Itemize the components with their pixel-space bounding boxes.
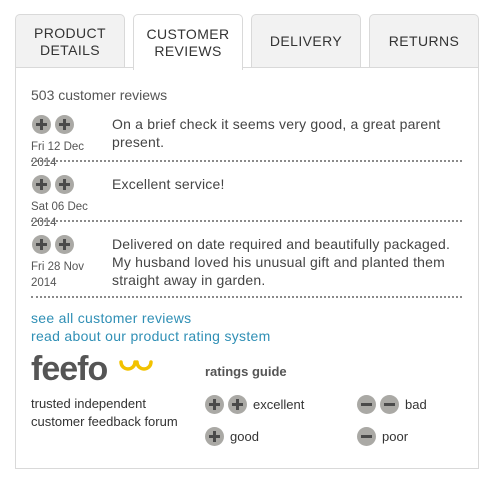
- guide-label: poor: [382, 429, 409, 444]
- review-text: Excellent service!: [112, 176, 225, 192]
- guide-item-excellent: excellent: [205, 395, 304, 414]
- rating-icons: [32, 175, 74, 194]
- plus-icon: [32, 115, 51, 134]
- tab-delivery[interactable]: DELIVERY: [251, 14, 361, 68]
- rating-icons: [32, 235, 74, 254]
- feefo-eyes-icon: [119, 360, 153, 371]
- rating-system-link[interactable]: read about our product rating system: [31, 328, 271, 344]
- reviews-count: 503 customer reviews: [31, 87, 168, 103]
- plus-icon: [55, 175, 74, 194]
- plus-icon: [32, 175, 51, 194]
- feefo-tagline: trusted independent customer feedback fo…: [31, 396, 178, 429]
- review-text: On a brief check it seems very good, a g…: [112, 116, 441, 150]
- tab-product-details[interactable]: PRODUCT DETAILS: [15, 14, 125, 68]
- review-date: Sat 06 Dec 2014: [31, 201, 88, 229]
- tab-returns[interactable]: RETURNS: [369, 14, 479, 68]
- review-date: Fri 28 Nov 2014: [31, 261, 85, 289]
- guide-label: excellent: [253, 397, 305, 412]
- plus-icon: [205, 427, 224, 446]
- review-divider: [31, 296, 462, 298]
- plus-icon: [32, 235, 51, 254]
- minus-icon: [380, 395, 399, 414]
- plus-icon: [228, 395, 247, 414]
- plus-icon: [205, 395, 224, 414]
- feefo-logo[interactable]: feefo: [31, 352, 108, 386]
- plus-icon: [55, 235, 74, 254]
- ratings-guide-title: ratings guide: [205, 364, 287, 379]
- review-divider: [31, 220, 462, 222]
- guide-item-good: good: [205, 427, 259, 446]
- guide-label: good: [230, 429, 259, 444]
- minus-icon: [357, 427, 376, 446]
- plus-icon: [55, 115, 74, 134]
- review-divider: [31, 160, 462, 162]
- rating-icons: [32, 115, 74, 134]
- guide-label: bad: [405, 397, 427, 412]
- review-text: Delivered on date required and beautiful…: [112, 236, 451, 288]
- review-date: Fri 12 Dec 2014: [31, 141, 85, 169]
- minus-icon: [357, 395, 376, 414]
- guide-item-poor: poor: [357, 427, 408, 446]
- guide-item-bad: bad: [357, 395, 427, 414]
- see-all-reviews-link[interactable]: see all customer reviews: [31, 310, 191, 326]
- tab-customer-reviews[interactable]: CUSTOMER REVIEWS: [133, 14, 243, 70]
